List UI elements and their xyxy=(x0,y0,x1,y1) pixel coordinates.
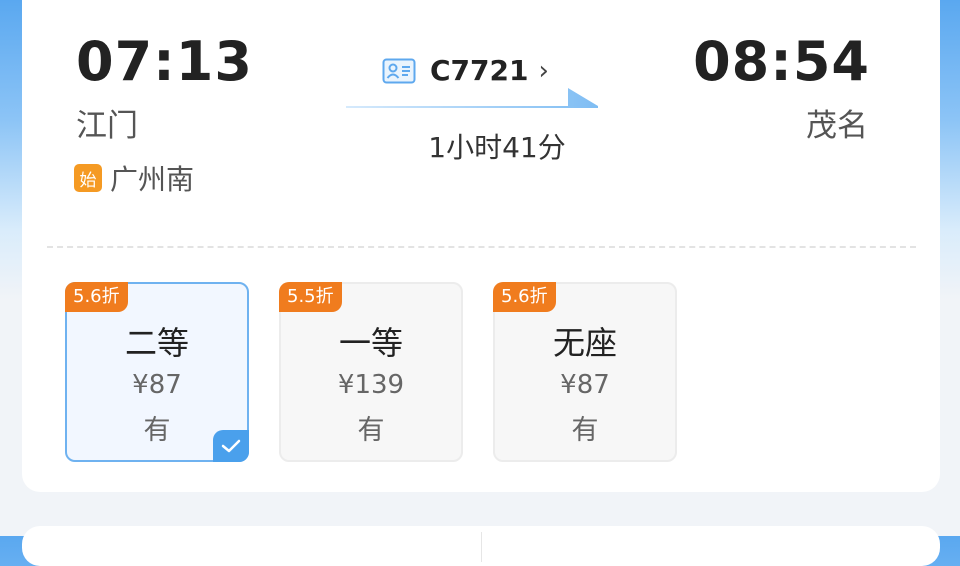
ticket-card-icon xyxy=(382,58,416,83)
train-number-link[interactable]: C7721 › xyxy=(382,54,549,87)
seat-option-first-class[interactable]: 5.5折 一等 ¥139 有 xyxy=(279,282,463,462)
seat-price: ¥139 xyxy=(337,370,405,400)
checkmark-icon xyxy=(213,430,249,462)
next-card xyxy=(22,526,940,566)
departure-station: 江门 xyxy=(76,108,138,144)
arrival-station: 茂名 xyxy=(806,108,868,144)
seat-price: ¥87 xyxy=(132,370,182,400)
divider xyxy=(47,246,916,248)
chevron-right-icon: › xyxy=(538,55,549,86)
train-info-card: 07:13 江门 始 广州南 C7721 › 1小时41分 08:54 茂名 5… xyxy=(22,0,940,492)
seat-price: ¥87 xyxy=(560,370,610,400)
seat-class: 一等 xyxy=(338,324,403,362)
seat-availability: 有 xyxy=(357,415,385,446)
discount-badge: 5.6折 xyxy=(493,282,556,312)
seat-availability: 有 xyxy=(571,415,599,446)
train-number: C7721 xyxy=(430,54,529,87)
seat-class: 无座 xyxy=(552,324,617,362)
discount-badge: 5.6折 xyxy=(65,282,128,312)
discount-badge: 5.5折 xyxy=(279,282,342,312)
trip-duration: 1小时41分 xyxy=(428,131,566,164)
seat-class: 二等 xyxy=(124,324,189,362)
origin-station-row: 始 广州南 xyxy=(74,158,194,198)
divider xyxy=(481,532,482,562)
origin-badge: 始 xyxy=(74,164,102,192)
origin-station: 广州南 xyxy=(110,163,195,196)
arrival-time: 08:54 xyxy=(693,30,870,93)
departure-time: 07:13 xyxy=(76,30,253,93)
direction-arrow-icon xyxy=(346,88,598,108)
seat-option-second-class[interactable]: 5.6折 二等 ¥87 有 xyxy=(65,282,249,462)
seat-option-no-seat[interactable]: 5.6折 无座 ¥87 有 xyxy=(493,282,677,462)
